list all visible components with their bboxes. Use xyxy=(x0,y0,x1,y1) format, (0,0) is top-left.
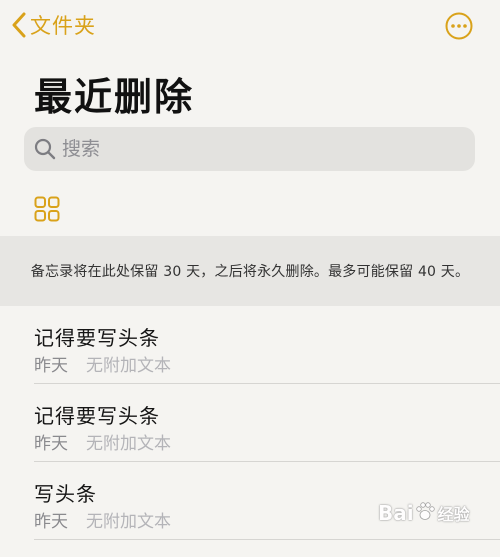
note-preview: 无附加文本 xyxy=(86,356,171,376)
info-banner: 备忘录将在此处保留 30 天，之后将永久删除。最多可能保留 40 天。 xyxy=(0,236,500,306)
gallery-view-button[interactable] xyxy=(34,196,60,222)
grid-icon xyxy=(34,196,60,226)
ellipsis-circle-icon xyxy=(445,12,473,44)
retention-info-text: 备忘录将在此处保留 30 天，之后将永久删除。最多可能保留 40 天。 xyxy=(30,264,470,280)
note-date: 昨天 xyxy=(34,434,68,454)
note-preview: 无附加文本 xyxy=(86,434,171,454)
more-button[interactable] xyxy=(445,12,473,40)
note-title: 记得要写头条 xyxy=(34,326,160,350)
baidu-watermark: Bai 经验 xyxy=(378,500,470,526)
search-icon xyxy=(34,138,56,160)
list-item[interactable]: 记得要写头条 昨天 无附加文本 xyxy=(0,306,500,384)
list-item[interactable]: 记得要写头条 昨天 无附加文本 xyxy=(0,384,500,462)
page-title: 最近删除 xyxy=(34,75,195,119)
paw-icon xyxy=(414,500,436,526)
watermark-suffix: 经验 xyxy=(437,505,470,524)
chevron-left-icon xyxy=(12,12,26,38)
watermark-brand: Bai xyxy=(378,501,414,525)
note-date: 昨天 xyxy=(34,512,68,532)
note-title: 写头条 xyxy=(34,482,97,506)
note-preview: 无附加文本 xyxy=(86,512,171,532)
search-bar[interactable] xyxy=(24,127,475,171)
nav-bar: 文件夹 xyxy=(0,0,500,54)
note-title: 记得要写头条 xyxy=(34,404,160,428)
note-date: 昨天 xyxy=(34,356,68,376)
divider xyxy=(34,539,500,540)
back-label: 文件夹 xyxy=(30,14,96,38)
search-input[interactable] xyxy=(62,138,452,160)
back-button[interactable]: 文件夹 xyxy=(12,10,96,40)
